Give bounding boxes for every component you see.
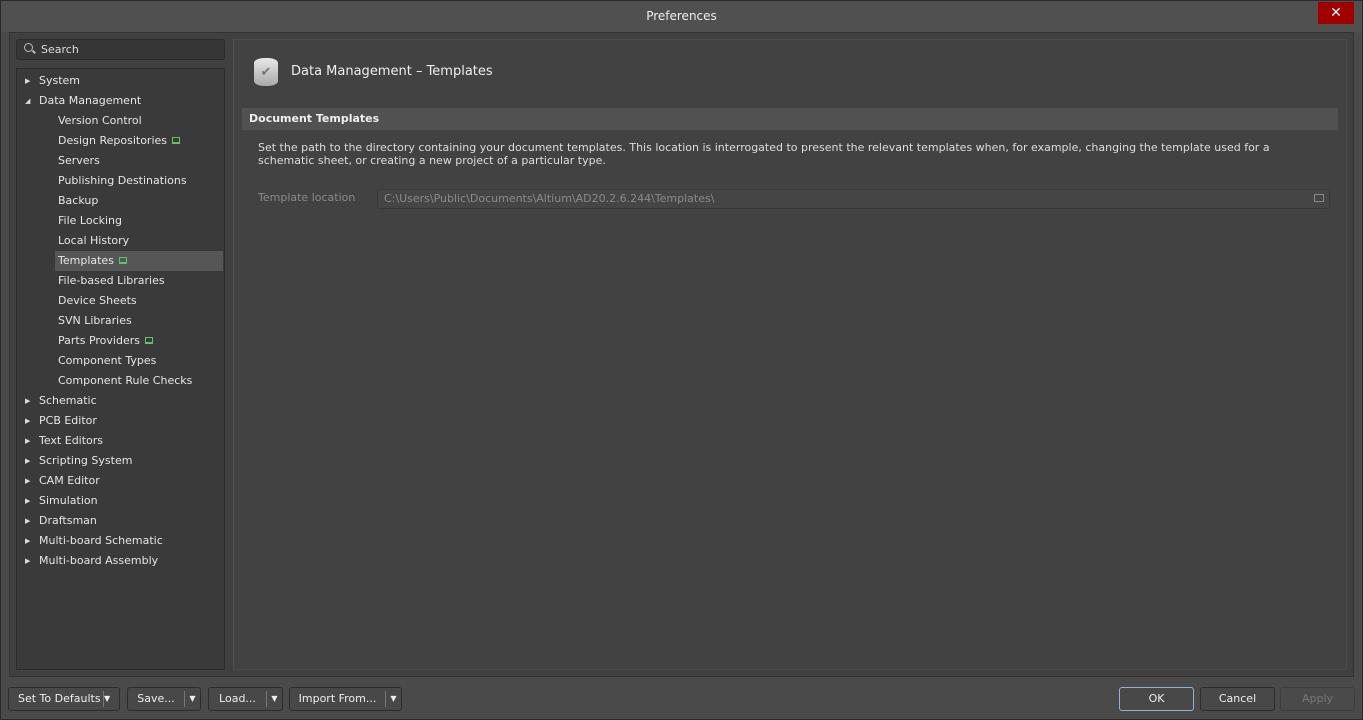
- preferences-tree: ▶ System ◢ Data Management Version Control De…: [16, 68, 225, 670]
- tree-item-label: File Locking: [58, 214, 122, 227]
- set-to-defaults-label: Set To Defaults: [18, 692, 101, 705]
- collapsed-arrow-icon[interactable]: ▶: [25, 491, 30, 511]
- tree-item-schematic[interactable]: ▶ Schematic: [17, 391, 224, 411]
- tree-item-label: Component Types: [58, 354, 157, 367]
- tree-item-file-based-libraries[interactable]: File-based Libraries: [17, 271, 224, 291]
- apply-label: Apply: [1301, 692, 1334, 705]
- tree-item-templates[interactable]: Templates: [55, 251, 223, 271]
- dialog-title: Preferences: [646, 9, 717, 23]
- template-location-label: Template location: [258, 191, 356, 204]
- cancel-label: Cancel: [1218, 692, 1257, 705]
- close-icon: ✕: [1330, 5, 1342, 21]
- collapsed-arrow-icon[interactable]: ▶: [25, 551, 30, 571]
- tree-item-label: Text Editors: [39, 434, 104, 447]
- tree-item-data-management[interactable]: ◢ Data Management: [17, 91, 224, 111]
- network-icon: [144, 337, 153, 344]
- tree-item-svn-libraries[interactable]: SVN Libraries: [17, 311, 224, 331]
- load-label: Load...: [219, 692, 256, 705]
- tree-item-label: Publishing Destinations: [58, 174, 187, 187]
- collapsed-arrow-icon[interactable]: ▶: [25, 531, 30, 551]
- tree-item-label: Parts Providers: [58, 334, 140, 347]
- tree-item-label: System: [39, 74, 81, 87]
- database-check-icon: ✔: [254, 58, 278, 86]
- template-location-value: C:\Users\Public\Documents\Altium\AD20.2.…: [384, 192, 715, 205]
- collapsed-arrow-icon[interactable]: ▶: [25, 471, 30, 491]
- search-placeholder: Search: [41, 43, 79, 56]
- tree-item-device-sheets[interactable]: Device Sheets: [17, 291, 224, 311]
- expanded-arrow-icon[interactable]: ◢: [25, 91, 30, 111]
- import-from-button[interactable]: Import From... ▼: [289, 687, 402, 711]
- tree-item-label: Simulation: [39, 494, 98, 507]
- tree-item-label: SVN Libraries: [58, 314, 132, 327]
- chevron-down-icon[interactable]: ▼: [385, 691, 401, 707]
- chevron-down-icon[interactable]: ▼: [266, 691, 282, 707]
- section-header: Document Templates: [242, 108, 1338, 130]
- content-panel: ✔ Data Management – Templates Document T…: [233, 39, 1347, 670]
- tree-item-label: Design Repositories: [58, 134, 168, 147]
- tree-item-simulation[interactable]: ▶ Simulation: [17, 491, 224, 511]
- tree-item-scripting-system[interactable]: ▶ Scripting System: [17, 451, 224, 471]
- title-bar: Preferences ✕: [1, 1, 1362, 32]
- ok-button[interactable]: OK: [1119, 687, 1194, 711]
- set-to-defaults-button[interactable]: Set To Defaults ▼: [8, 687, 120, 711]
- tree-item-multi-board-schematic[interactable]: ▶ Multi-board Schematic: [17, 531, 224, 551]
- tree-item-pcb-editor[interactable]: ▶ PCB Editor: [17, 411, 224, 431]
- tree-item-label: Version Control: [58, 114, 142, 127]
- tree-item-label: Schematic: [39, 394, 97, 407]
- tree-item-label: Multi-board Schematic: [39, 534, 163, 547]
- apply-button[interactable]: Apply: [1280, 687, 1355, 711]
- tree-item-multi-board-assembly[interactable]: ▶ Multi-board Assembly: [17, 551, 224, 571]
- network-icon: [118, 257, 127, 264]
- tree-item-file-locking[interactable]: File Locking: [17, 211, 224, 231]
- tree-item-text-editors[interactable]: ▶ Text Editors: [17, 431, 224, 451]
- tree-item-cam-editor[interactable]: ▶ CAM Editor: [17, 471, 224, 491]
- network-icon: [172, 137, 181, 144]
- save-label: Save...: [137, 692, 175, 705]
- import-from-label: Import From...: [298, 692, 377, 705]
- tree-item-version-control[interactable]: Version Control: [17, 111, 224, 131]
- tree-item-local-history[interactable]: Local History: [17, 231, 224, 251]
- tree-item-label: Local History: [58, 234, 130, 247]
- save-button[interactable]: Save... ▼: [127, 687, 201, 711]
- chevron-down-icon[interactable]: ▼: [103, 691, 119, 707]
- page-title: Data Management – Templates: [291, 64, 493, 79]
- template-location-field[interactable]: C:\Users\Public\Documents\Altium\AD20.2.…: [377, 189, 1330, 209]
- collapsed-arrow-icon[interactable]: ▶: [25, 451, 30, 471]
- collapsed-arrow-icon[interactable]: ▶: [25, 511, 30, 531]
- tree-item-label: Servers: [58, 154, 100, 167]
- load-button[interactable]: Load... ▼: [208, 687, 283, 711]
- chevron-down-icon[interactable]: ▼: [184, 691, 200, 707]
- tree-item-label: Scripting System: [39, 454, 133, 467]
- tree-item-label: Data Management: [39, 94, 142, 107]
- tree-item-label: Templates: [58, 254, 114, 267]
- collapsed-arrow-icon[interactable]: ▶: [25, 431, 30, 451]
- tree-item-publishing-destinations[interactable]: Publishing Destinations: [17, 171, 224, 191]
- tree-item-label: Component Rule Checks: [58, 374, 193, 387]
- close-button[interactable]: ✕: [1318, 2, 1354, 24]
- tree-item-label: File-based Libraries: [58, 274, 165, 287]
- section-description: Set the path to the directory containing…: [258, 141, 1270, 167]
- tree-item-component-types[interactable]: Component Types: [17, 351, 224, 371]
- tree-item-label: CAM Editor: [39, 474, 100, 487]
- ok-label: OK: [1148, 692, 1165, 705]
- tree-item-servers[interactable]: Servers: [17, 151, 224, 171]
- tree-item-component-rule-checks[interactable]: Component Rule Checks: [17, 371, 224, 391]
- collapsed-arrow-icon[interactable]: ▶: [25, 71, 30, 91]
- tree-item-design-repositories[interactable]: Design Repositories: [17, 131, 224, 151]
- folder-browse-icon[interactable]: [1314, 194, 1324, 202]
- tree-item-system[interactable]: ▶ System: [17, 71, 224, 91]
- tree-item-label: Backup: [58, 194, 99, 207]
- search-input[interactable]: Search: [16, 39, 225, 60]
- tree-item-label: PCB Editor: [39, 414, 97, 427]
- cancel-button[interactable]: Cancel: [1200, 687, 1275, 711]
- tree-item-label: Multi-board Assembly: [39, 554, 159, 567]
- collapsed-arrow-icon[interactable]: ▶: [25, 391, 30, 411]
- search-icon: [24, 43, 33, 52]
- collapsed-arrow-icon[interactable]: ▶: [25, 411, 30, 431]
- tree-item-label: Device Sheets: [58, 294, 137, 307]
- tree-item-parts-providers[interactable]: Parts Providers: [17, 331, 224, 351]
- tree-item-label: Draftsman: [39, 514, 97, 527]
- tree-item-backup[interactable]: Backup: [17, 191, 224, 211]
- tree-item-draftsman[interactable]: ▶ Draftsman: [17, 511, 224, 531]
